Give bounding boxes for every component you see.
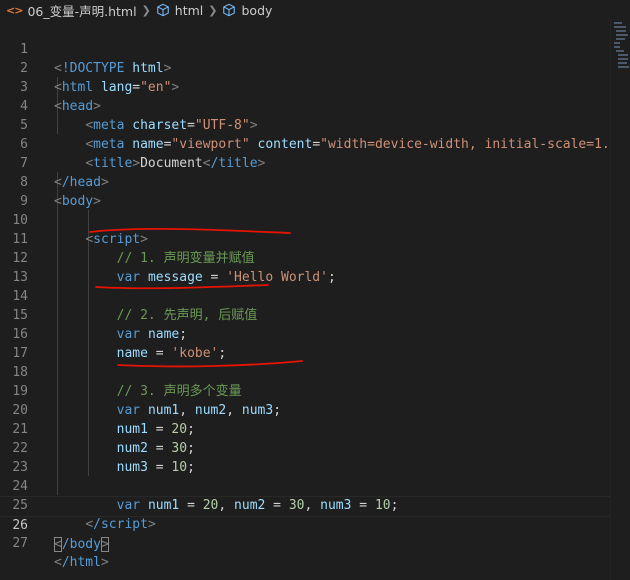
breadcrumb-html[interactable]: html bbox=[175, 3, 203, 18]
code-line-12[interactable]: 12 var message = 'Hello World'; bbox=[0, 230, 610, 285]
code-line-13[interactable]: 13 bbox=[0, 249, 610, 285]
tag-name: /body bbox=[61, 537, 101, 552]
code-line-8[interactable]: 8 <body> bbox=[0, 154, 610, 209]
chevron-right-icon: ❯ bbox=[208, 3, 218, 17]
code-line-26[interactable]: 26 </body> bbox=[0, 496, 610, 552]
code-line-5[interactable]: 5 <meta name="viewport" content="width=d… bbox=[0, 97, 625, 152]
line-number: 27 bbox=[12, 536, 28, 551]
code-line-1[interactable]: 1 <!DOCTYPE html> bbox=[0, 21, 610, 76]
code-line-10[interactable]: 10 <script> bbox=[0, 192, 610, 247]
code-line-18[interactable]: 18 // 3. 声明多个变量 bbox=[0, 344, 610, 399]
code-line-7[interactable]: 7 </head> bbox=[0, 135, 610, 190]
minimap[interactable] bbox=[612, 20, 630, 80]
code-line-15[interactable]: 15 var name; bbox=[0, 287, 610, 342]
symbol-element-icon bbox=[223, 3, 236, 17]
html-file-icon: <> bbox=[6, 3, 23, 17]
code-line-17[interactable]: 17 bbox=[0, 325, 610, 361]
code-line-19[interactable]: 19 var num1, num2, num3; bbox=[0, 363, 610, 418]
tag-name: /html bbox=[61, 555, 101, 570]
code-editor-window: <> 06_变量-声明.html ❯ html ❯ body 1 <!DOCTY… bbox=[0, 0, 630, 580]
code-line-20[interactable]: 20 num1 = 20; bbox=[0, 382, 610, 437]
code-line-25[interactable]: 25 </script> bbox=[0, 477, 610, 532]
code-line-16[interactable]: 16 name = 'kobe'; bbox=[0, 306, 610, 361]
breadcrumb-file[interactable]: 06_变量-声明.html bbox=[27, 1, 136, 20]
vertical-scrollbar[interactable] bbox=[610, 20, 630, 580]
code-line-24[interactable]: 24 var num1 = 20, num2 = 30, num3 = 10; bbox=[0, 458, 610, 513]
editor-text-area[interactable]: 1 <!DOCTYPE html> 2 <html lang="en"> 3 <… bbox=[0, 20, 630, 580]
code-line-11[interactable]: 11 // 1. 声明变量并赋值 bbox=[0, 211, 610, 266]
code-line-2[interactable]: 2 <html lang="en"> bbox=[0, 40, 610, 95]
symbol-element-icon bbox=[157, 3, 169, 17]
breadcrumb-body[interactable]: body bbox=[241, 3, 272, 18]
code-line-23[interactable]: 23 bbox=[0, 439, 610, 475]
code-line-3[interactable]: 3 <head> bbox=[0, 59, 610, 114]
code-line-9[interactable]: 9 bbox=[0, 173, 610, 209]
code-line-14[interactable]: 14 // 2. 先声明, 后赋值 bbox=[0, 268, 610, 323]
code-line-27[interactable]: 27 < /html > bbox=[0, 515, 610, 570]
code-line-21[interactable]: 21 num2 = 30; bbox=[0, 401, 610, 456]
code-line-6[interactable]: 6 <title>Document</title> bbox=[0, 116, 610, 171]
code-line-4[interactable]: 4 <meta charset="UTF-8"> bbox=[0, 78, 610, 133]
breadcrumb: <> 06_变量-声明.html ❯ html ❯ body bbox=[0, 0, 630, 20]
code-line-22[interactable]: 22 num3 = 10; bbox=[0, 420, 610, 475]
chevron-right-icon: ❯ bbox=[141, 3, 151, 17]
bracket-match-highlight: < bbox=[54, 537, 62, 552]
bracket-match-highlight: > bbox=[100, 537, 109, 552]
